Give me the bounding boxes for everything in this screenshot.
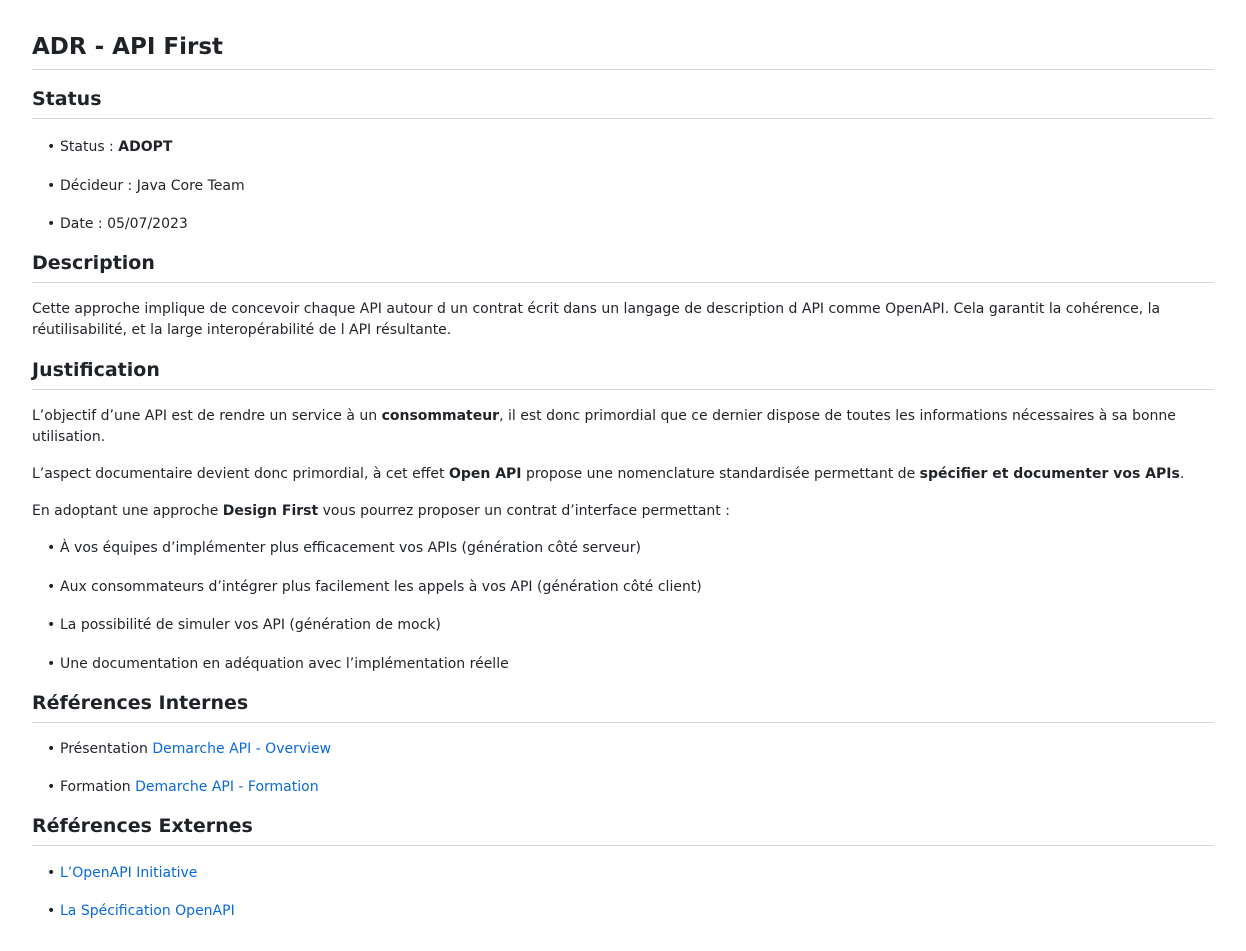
justification-list: À vos équipes d’implémenter plus efficac…: [32, 538, 1214, 674]
description-text: Cette approche implique de concevoir cha…: [32, 301, 1161, 338]
text-run: vous pourrez proposer un contrat d’inter…: [318, 503, 730, 519]
link-openapi-specification[interactable]: La Spécification OpenAPI: [60, 903, 235, 919]
date-value: 05/07/2023: [107, 216, 188, 232]
list-item: Présentation Demarche API - Overview: [32, 739, 1214, 759]
page-title: ADR - API First: [32, 27, 1214, 70]
link-openapi-initiative[interactable]: L’OpenAPI Initiative: [60, 865, 197, 881]
status-item: Status : ADOPT: [32, 137, 1214, 157]
date-item: Date : 05/07/2023: [32, 214, 1214, 234]
list-item: Aux consommateurs d’intégrer plus facile…: [32, 577, 1214, 597]
description-heading: Description: [32, 246, 1214, 283]
justification-paragraph-3: En adoptant une approche Design First vo…: [32, 501, 1214, 522]
date-label: Date :: [60, 216, 108, 232]
list-item: La possibilité de simuler vos API (génér…: [32, 615, 1214, 635]
decider-value: Java Core Team: [136, 177, 245, 194]
status-heading: Status: [32, 82, 1214, 119]
justification-paragraph-1: L’objectif d’une API est de rendre un se…: [32, 390, 1214, 448]
bold-run: consommateur: [381, 408, 500, 424]
internal-references-section: Références Internes Présentation Demarch…: [32, 674, 1214, 798]
decider-label: Décideur :: [60, 177, 137, 194]
justification-paragraph-2: L’aspect documentaire devient donc primo…: [32, 464, 1214, 485]
ref-label: Présentation: [60, 740, 153, 757]
text-run: En adoptant une approche: [32, 503, 223, 519]
external-references-heading: Références Externes: [32, 809, 1214, 846]
status-list: Status : ADOPT Décideur : Java Core Team…: [32, 119, 1214, 234]
adr-document: ADR - API First Status Status : ADOPT Dé…: [0, 0, 1246, 921]
list-item: À vos équipes d’implémenter plus efficac…: [32, 538, 1214, 558]
status-value: ADOPT: [118, 139, 173, 155]
external-references-list: L’OpenAPI Initiative La Spécification Op…: [32, 846, 1214, 921]
list-item: L’OpenAPI Initiative: [32, 863, 1214, 883]
bold-run: spécifier et documenter vos APIs: [919, 466, 1180, 482]
text-run: .: [1179, 466, 1185, 482]
text-run: L’aspect documentaire devient donc primo…: [32, 466, 449, 482]
link-demarche-api-overview[interactable]: Demarche API - Overview: [152, 741, 331, 757]
bold-run: Open API: [448, 466, 522, 482]
link-demarche-api-formation[interactable]: Demarche API - Formation: [135, 779, 318, 795]
external-references-section: Références Externes L’OpenAPI Initiative…: [32, 797, 1214, 921]
text-run: L’objectif d’une API est de rendre un se…: [32, 408, 382, 424]
text-run: propose une nomenclature standardisée pe…: [521, 466, 920, 482]
justification-section: Justification L’objectif d’une API est d…: [32, 341, 1214, 674]
internal-references-heading: Références Internes: [32, 686, 1214, 723]
decider-item: Décideur : Java Core Team: [32, 176, 1214, 196]
description-section: Description Cette approche implique de c…: [32, 234, 1214, 341]
list-item: La Spécification OpenAPI: [32, 901, 1214, 921]
justification-heading: Justification: [32, 353, 1214, 390]
internal-references-list: Présentation Demarche API - Overview For…: [32, 723, 1214, 798]
list-item: Formation Demarche API - Formation: [32, 777, 1214, 797]
ref-label: Formation: [60, 779, 136, 795]
status-label: Status :: [60, 139, 119, 155]
status-section: Status Status : ADOPT Décideur : Java Co…: [32, 70, 1214, 234]
list-item: Une documentation en adéquation avec l’i…: [32, 654, 1214, 674]
bold-run: Design First: [222, 503, 319, 519]
